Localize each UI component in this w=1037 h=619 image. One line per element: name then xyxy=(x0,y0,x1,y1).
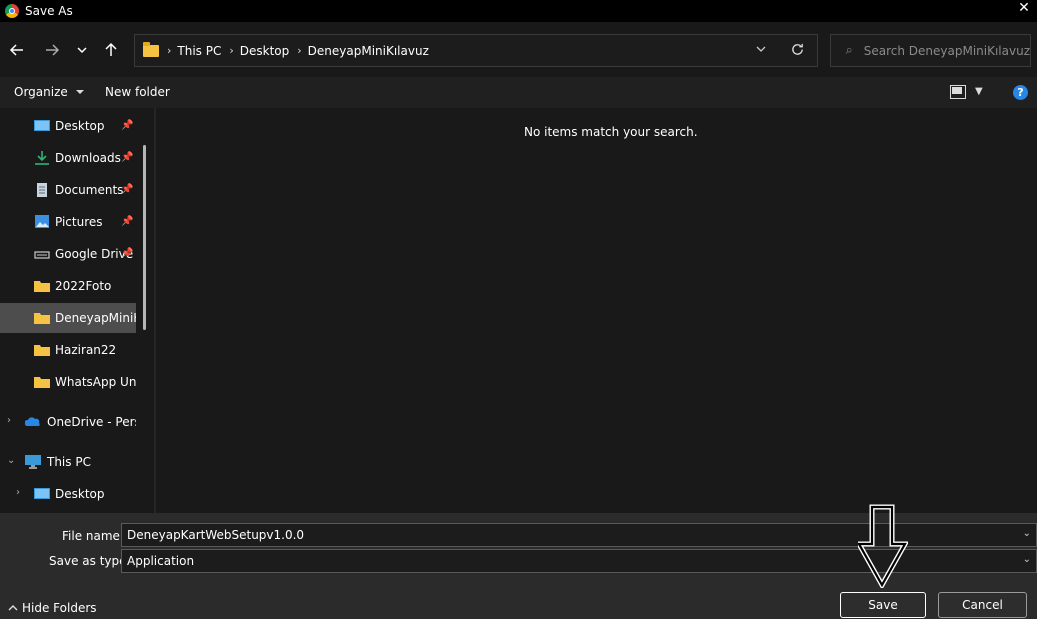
document-icon xyxy=(37,183,47,197)
sidebar-item-whatsapp-unknown[interactable]: WhatsApp Unknown xyxy=(0,367,136,397)
organize-button[interactable]: Organize xyxy=(14,85,85,99)
chevron-right-icon[interactable]: › xyxy=(7,415,11,426)
sidebar-item-label: 2022Foto xyxy=(55,279,112,293)
up-button[interactable] xyxy=(101,40,121,60)
breadcrumb-this-pc[interactable]: This PC xyxy=(177,44,221,58)
sidebar-item-google-drive[interactable]: Google Drive 📌 xyxy=(0,239,136,269)
folder-icon xyxy=(34,377,50,388)
organize-label: Organize xyxy=(14,85,68,99)
this-pc-icon xyxy=(25,455,41,469)
desktop-icon xyxy=(34,488,50,499)
savetype-label: Save as type: xyxy=(49,554,131,568)
sidebar-item-label: OneDrive - Personal xyxy=(47,415,136,429)
chevron-right-icon[interactable]: › xyxy=(167,44,171,57)
filename-label: File name: xyxy=(62,529,124,543)
sidebar-item-label: WhatsApp Unknown xyxy=(55,375,136,389)
sidebar-item-label: Desktop xyxy=(55,119,105,133)
help-icon[interactable]: ? xyxy=(1013,85,1028,100)
sidebar-item-label: Pictures xyxy=(55,215,103,229)
search-icon xyxy=(845,47,852,54)
caret-down-icon[interactable]: ▼ xyxy=(975,86,983,97)
arrow-left-icon xyxy=(9,44,23,56)
onedrive-icon xyxy=(25,417,40,426)
sidebar-item-label: Downloads xyxy=(55,151,121,165)
sidebar-item-documents[interactable]: Documents 📌 xyxy=(0,175,136,205)
cancel-button[interactable]: Cancel xyxy=(938,592,1027,618)
arrow-up-icon xyxy=(105,42,117,56)
chevron-down-icon xyxy=(756,46,766,52)
sidebar-item-haziran22[interactable]: Haziran22 xyxy=(0,335,136,365)
chevron-down-icon[interactable]: ⌄ xyxy=(7,455,15,466)
sidebar-scrollbar[interactable] xyxy=(143,145,146,330)
savetype-value: Application xyxy=(127,554,195,568)
desktop-icon xyxy=(34,120,50,131)
recent-locations-button[interactable] xyxy=(72,40,92,60)
command-bar: Organize New folder ▼ ? xyxy=(0,77,1037,108)
address-bar[interactable]: › This PC › Desktop › DeneyapMiniKılavuz xyxy=(134,34,818,67)
empty-message: No items match your search. xyxy=(524,125,698,139)
breadcrumb-desktop[interactable]: Desktop xyxy=(240,44,290,58)
chevron-right-icon[interactable]: › xyxy=(297,44,301,57)
caret-down-icon xyxy=(75,90,84,94)
window-title: Save As xyxy=(25,4,73,18)
sidebar-item-desktop[interactable]: Desktop 📌 xyxy=(0,111,136,141)
address-history-button[interactable] xyxy=(755,43,767,58)
chevron-right-icon[interactable]: › xyxy=(16,487,20,498)
chevron-down-icon xyxy=(77,47,87,54)
arrow-right-icon xyxy=(46,44,60,56)
hide-folders-label: Hide Folders xyxy=(22,601,97,615)
file-list[interactable]: No items match your search. xyxy=(156,108,1037,513)
refresh-button[interactable] xyxy=(790,42,805,60)
sidebar-item-deneyapminikilavuz[interactable]: DeneyapMiniKılavuz xyxy=(0,303,136,333)
save-button[interactable]: Save xyxy=(840,592,926,618)
chevron-down-icon[interactable]: ⌄ xyxy=(1023,554,1031,565)
navigation-bar: › This PC › Desktop › DeneyapMiniKılavuz… xyxy=(0,22,1037,77)
refresh-icon xyxy=(792,43,803,55)
sidebar-item-onedrive[interactable]: › OneDrive - Personal xyxy=(0,407,136,437)
sidebar-item-label: Documents xyxy=(55,183,124,197)
sidebar-item-label: This PC xyxy=(47,455,91,469)
close-button[interactable]: ✕ xyxy=(1015,0,1033,18)
forward-button[interactable] xyxy=(42,40,62,60)
view-options-icon[interactable] xyxy=(950,85,966,99)
download-icon xyxy=(35,151,49,165)
title-bar: Save As ✕ xyxy=(0,0,1037,22)
sidebar-item-2022foto[interactable]: 2022Foto xyxy=(0,271,136,301)
sidebar-item-label: Haziran22 xyxy=(55,343,117,357)
pin-icon: 📌 xyxy=(121,248,134,259)
folder-icon xyxy=(34,313,50,324)
sidebar-item-pictures[interactable]: Pictures 📌 xyxy=(0,207,136,237)
new-folder-button[interactable]: New folder xyxy=(105,85,170,99)
sidebar-item-this-pc[interactable]: ⌄ This PC xyxy=(0,447,136,477)
folder-icon xyxy=(34,345,50,356)
pin-icon: 📌 xyxy=(121,152,134,163)
filename-value: DeneyapKartWebSetupv1.0.0 xyxy=(127,528,305,542)
folder-icon xyxy=(143,41,159,57)
chevron-right-icon[interactable]: › xyxy=(229,44,233,57)
chrome-icon xyxy=(5,4,19,18)
sidebar-item-label: DeneyapMiniKılavuz xyxy=(55,311,136,325)
breadcrumb-current-folder[interactable]: DeneyapMiniKılavuz xyxy=(308,44,429,58)
search-box[interactable]: Search DeneyapMiniKılavuz xyxy=(830,34,1031,67)
hide-folders-button[interactable]: Hide Folders xyxy=(8,601,97,615)
drive-icon xyxy=(34,251,50,259)
annotation-arrow-icon xyxy=(858,504,908,588)
pin-icon: 📌 xyxy=(121,216,134,227)
pin-icon: 📌 xyxy=(121,184,134,195)
chevron-up-icon xyxy=(8,605,18,611)
chevron-down-icon[interactable]: ⌄ xyxy=(1023,528,1031,539)
navigation-pane[interactable]: Desktop 📌 Downloads 📌 Documents 📌 Pictur… xyxy=(0,108,154,513)
pin-icon: 📌 xyxy=(121,120,134,131)
sidebar-item-downloads[interactable]: Downloads 📌 xyxy=(0,143,136,173)
sidebar-item-desktop-pc[interactable]: › Desktop xyxy=(0,479,136,509)
search-input[interactable]: Search DeneyapMiniKılavuz xyxy=(864,44,1030,58)
back-button[interactable] xyxy=(7,40,27,60)
pictures-icon xyxy=(35,215,49,228)
sidebar-item-label: Desktop xyxy=(55,487,105,501)
folder-icon xyxy=(34,281,50,292)
